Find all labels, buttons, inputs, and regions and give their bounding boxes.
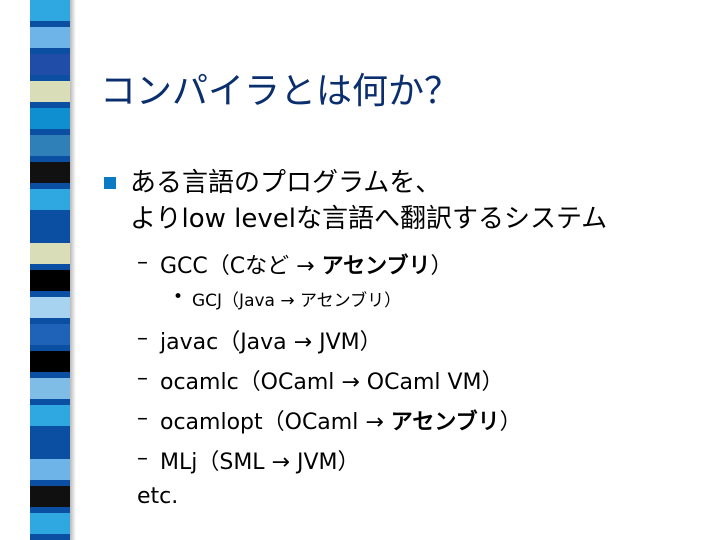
item-ocamlopt: ocamlopt（OCaml → アセンブリ） bbox=[160, 404, 522, 436]
item-gcc-bold: アセンブリ bbox=[321, 254, 431, 279]
item-ocamlopt-close: ） bbox=[499, 410, 522, 435]
stripe-block bbox=[30, 108, 70, 130]
stripe-block bbox=[30, 27, 70, 49]
stripe-block bbox=[30, 378, 70, 400]
stripe-block bbox=[30, 162, 70, 184]
etc-text: etc. bbox=[137, 484, 179, 509]
dash-bullet: – bbox=[137, 366, 148, 391]
stripe-block bbox=[30, 81, 70, 103]
dash-bullet: – bbox=[137, 326, 148, 351]
item-ocamlopt-text: ocamlopt（OCaml → bbox=[160, 410, 391, 435]
item-gcj: GCJ（Java → アセンブリ） bbox=[192, 291, 402, 311]
item-gcc-text: GCC（Cなど → bbox=[160, 254, 322, 279]
stripe-block bbox=[30, 0, 70, 22]
stripe-block bbox=[30, 54, 70, 76]
slide-title: コンパイラとは何か？ bbox=[100, 71, 461, 112]
item-javac: javac（Java → JVM） bbox=[160, 330, 382, 355]
item-gcc: GCC（Cなど → アセンブリ） bbox=[160, 248, 452, 280]
stripe-block bbox=[30, 513, 70, 535]
stripe-block bbox=[30, 459, 70, 481]
dash-bullet: – bbox=[137, 250, 148, 275]
stripe-shadow bbox=[70, 0, 76, 540]
square-bullet-icon bbox=[104, 177, 116, 189]
stripe-block bbox=[30, 432, 70, 454]
stripe-block bbox=[30, 486, 70, 508]
stripe-block bbox=[30, 189, 70, 211]
item-gcc-close: ） bbox=[430, 254, 453, 279]
item-ocamlopt-bold: アセンブリ bbox=[390, 410, 500, 435]
main-point-line-1: ある言語のプログラムを、 bbox=[130, 168, 442, 198]
stripe-block bbox=[30, 135, 70, 157]
stripe-block bbox=[30, 216, 70, 238]
stripe-block bbox=[30, 351, 70, 373]
stripe-block bbox=[30, 270, 70, 292]
stripe-block bbox=[30, 405, 70, 427]
main-point-line-2: よりlow levelな言語へ翻訳するシステム bbox=[130, 204, 608, 234]
dash-bullet: – bbox=[137, 406, 148, 431]
dash-bullet: – bbox=[137, 446, 148, 471]
item-mlj: MLj（SML → JVM） bbox=[160, 450, 360, 475]
stripe-block bbox=[30, 243, 70, 265]
dot-bullet: • bbox=[173, 287, 184, 307]
decorative-stripe-bar bbox=[30, 0, 70, 540]
stripe-block bbox=[30, 297, 70, 319]
stripe-block bbox=[30, 324, 70, 346]
item-ocamlc: ocamlc（OCaml → OCaml VM） bbox=[160, 370, 504, 395]
